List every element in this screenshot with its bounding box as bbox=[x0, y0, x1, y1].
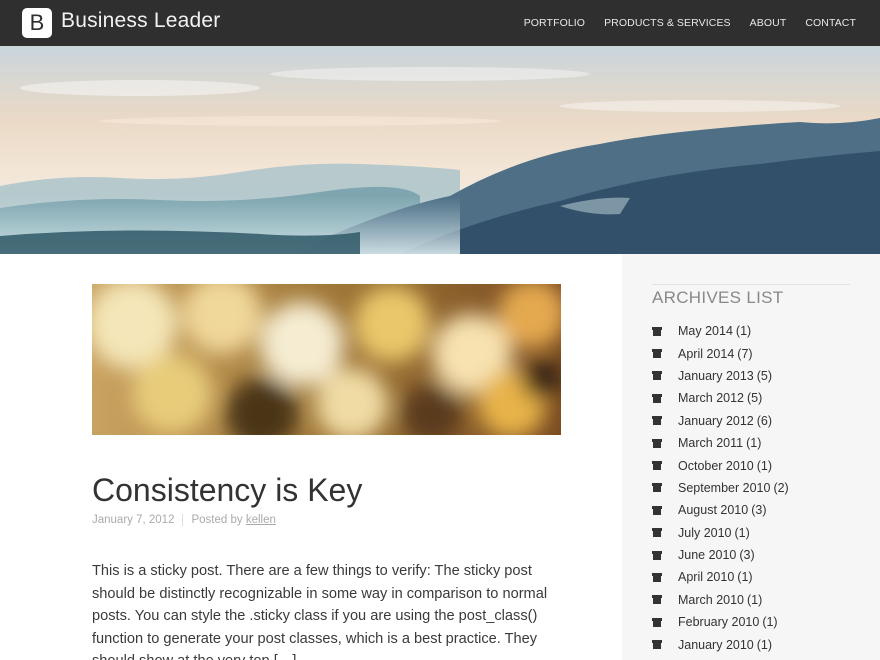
archive-item: January 2012 (6) bbox=[652, 410, 852, 432]
archives-list: May 2014 (1) April 2014 (7) January 2013 (5… bbox=[652, 320, 852, 656]
nav-about[interactable]: ABOUT bbox=[750, 17, 787, 29]
hero-banner-image bbox=[0, 46, 880, 254]
archive-box-icon bbox=[652, 528, 662, 538]
archive-item: July 2010 (1) bbox=[652, 522, 852, 544]
archive-link[interactable]: March 2010 bbox=[678, 593, 744, 607]
archive-box-icon bbox=[652, 349, 662, 359]
site-logo[interactable]: B bbox=[22, 8, 52, 38]
archive-link[interactable]: July 2010 bbox=[678, 526, 732, 540]
post-date[interactable]: January 7, 2012 bbox=[92, 514, 174, 526]
archive-item: April 2010 (1) bbox=[652, 566, 852, 588]
archive-box-icon bbox=[652, 371, 662, 381]
archive-item: January 2010 (1) bbox=[652, 633, 852, 655]
main-nav: PORTFOLIO PRODUCTS & SERVICES ABOUT CONT… bbox=[505, 0, 856, 46]
archive-item: June 2010 (3) bbox=[652, 544, 852, 566]
archive-box-icon bbox=[652, 617, 662, 627]
archive-link[interactable]: May 2014 bbox=[678, 324, 733, 338]
archive-item: September 2010 (2) bbox=[652, 477, 852, 499]
archive-count: (5) bbox=[756, 368, 773, 383]
archive-box-icon bbox=[652, 640, 662, 650]
archive-box-icon bbox=[652, 416, 662, 426]
archive-count: (1) bbox=[737, 570, 753, 585]
archive-link[interactable]: January 2010 bbox=[678, 638, 754, 652]
archive-item: March 2011 (1) bbox=[652, 432, 852, 454]
archive-item: January 2013 (5) bbox=[652, 365, 852, 387]
archive-count: (1) bbox=[747, 592, 763, 607]
archive-count: (1) bbox=[735, 324, 752, 339]
archive-item: August 2010 (3) bbox=[652, 499, 852, 521]
archive-box-icon bbox=[652, 483, 662, 493]
archive-link[interactable]: March 2012 bbox=[678, 391, 744, 405]
archive-link[interactable]: April 2014 bbox=[678, 347, 734, 361]
posted-by-label: Posted by bbox=[191, 514, 243, 527]
archive-box-icon bbox=[652, 550, 662, 560]
archive-item: April 2014 (7) bbox=[652, 342, 852, 364]
archive-link[interactable]: January 2012 bbox=[678, 414, 754, 428]
meta-divider bbox=[182, 514, 184, 526]
archive-link[interactable]: June 2010 bbox=[678, 548, 736, 562]
archive-item: February 2010 (1) bbox=[652, 611, 852, 633]
post-featured-image[interactable] bbox=[92, 284, 561, 435]
main-content: Consistency is Key January 7, 2012 Posted… bbox=[0, 254, 622, 660]
archive-count: (2) bbox=[773, 480, 789, 495]
archive-count: (1) bbox=[756, 637, 773, 652]
archive-link[interactable]: September 2010 bbox=[678, 481, 770, 495]
archive-box-icon bbox=[652, 326, 662, 336]
archive-link[interactable]: October 2010 bbox=[678, 459, 754, 473]
archive-box-icon bbox=[652, 461, 662, 471]
archive-box-icon bbox=[652, 572, 662, 582]
archive-item: May 2014 (1) bbox=[652, 320, 852, 342]
archive-count: (1) bbox=[756, 458, 773, 473]
archive-count: (5) bbox=[747, 391, 763, 406]
site-title[interactable]: Business Leader bbox=[61, 9, 220, 33]
archive-link[interactable]: March 2011 bbox=[678, 436, 743, 450]
post-title[interactable]: Consistency is Key bbox=[92, 472, 362, 509]
archive-count: (7) bbox=[737, 346, 753, 361]
site-header: B Business Leader PORTFOLIO PRODUCTS & S… bbox=[0, 0, 880, 46]
archive-link[interactable]: February 2010 bbox=[678, 615, 759, 629]
nav-products-services[interactable]: PRODUCTS & SERVICES bbox=[604, 17, 731, 29]
archive-link[interactable]: April 2010 bbox=[678, 570, 734, 584]
archive-count: (1) bbox=[734, 525, 750, 540]
post-meta: January 7, 2012 Posted by kellen bbox=[92, 514, 276, 526]
archives-widget-title: ARCHIVES LIST bbox=[652, 284, 850, 308]
archive-box-icon bbox=[652, 595, 662, 605]
post-author-link[interactable]: kellen bbox=[246, 514, 276, 526]
post-excerpt: This is a sticky post. There are a few t… bbox=[92, 563, 548, 660]
archive-box-icon bbox=[652, 438, 662, 448]
archive-link[interactable]: January 2013 bbox=[678, 369, 754, 383]
archive-item: March 2012 (5) bbox=[652, 387, 852, 409]
archive-count: (1) bbox=[762, 615, 778, 630]
archive-link[interactable]: August 2010 bbox=[678, 503, 748, 517]
archive-box-icon bbox=[652, 393, 662, 403]
archive-item: March 2010 (1) bbox=[652, 589, 852, 611]
nav-portfolio[interactable]: PORTFOLIO bbox=[524, 17, 585, 29]
archive-item: October 2010 (1) bbox=[652, 454, 852, 476]
archive-count: (3) bbox=[739, 548, 755, 563]
archive-count: (1) bbox=[746, 436, 762, 451]
archive-count: (6) bbox=[756, 413, 773, 428]
archive-box-icon bbox=[652, 505, 662, 515]
sidebar: ARCHIVES LIST May 2014 (1) April 2014 (7) … bbox=[622, 254, 880, 660]
nav-contact[interactable]: CONTACT bbox=[805, 17, 856, 29]
archive-count: (3) bbox=[751, 503, 767, 518]
